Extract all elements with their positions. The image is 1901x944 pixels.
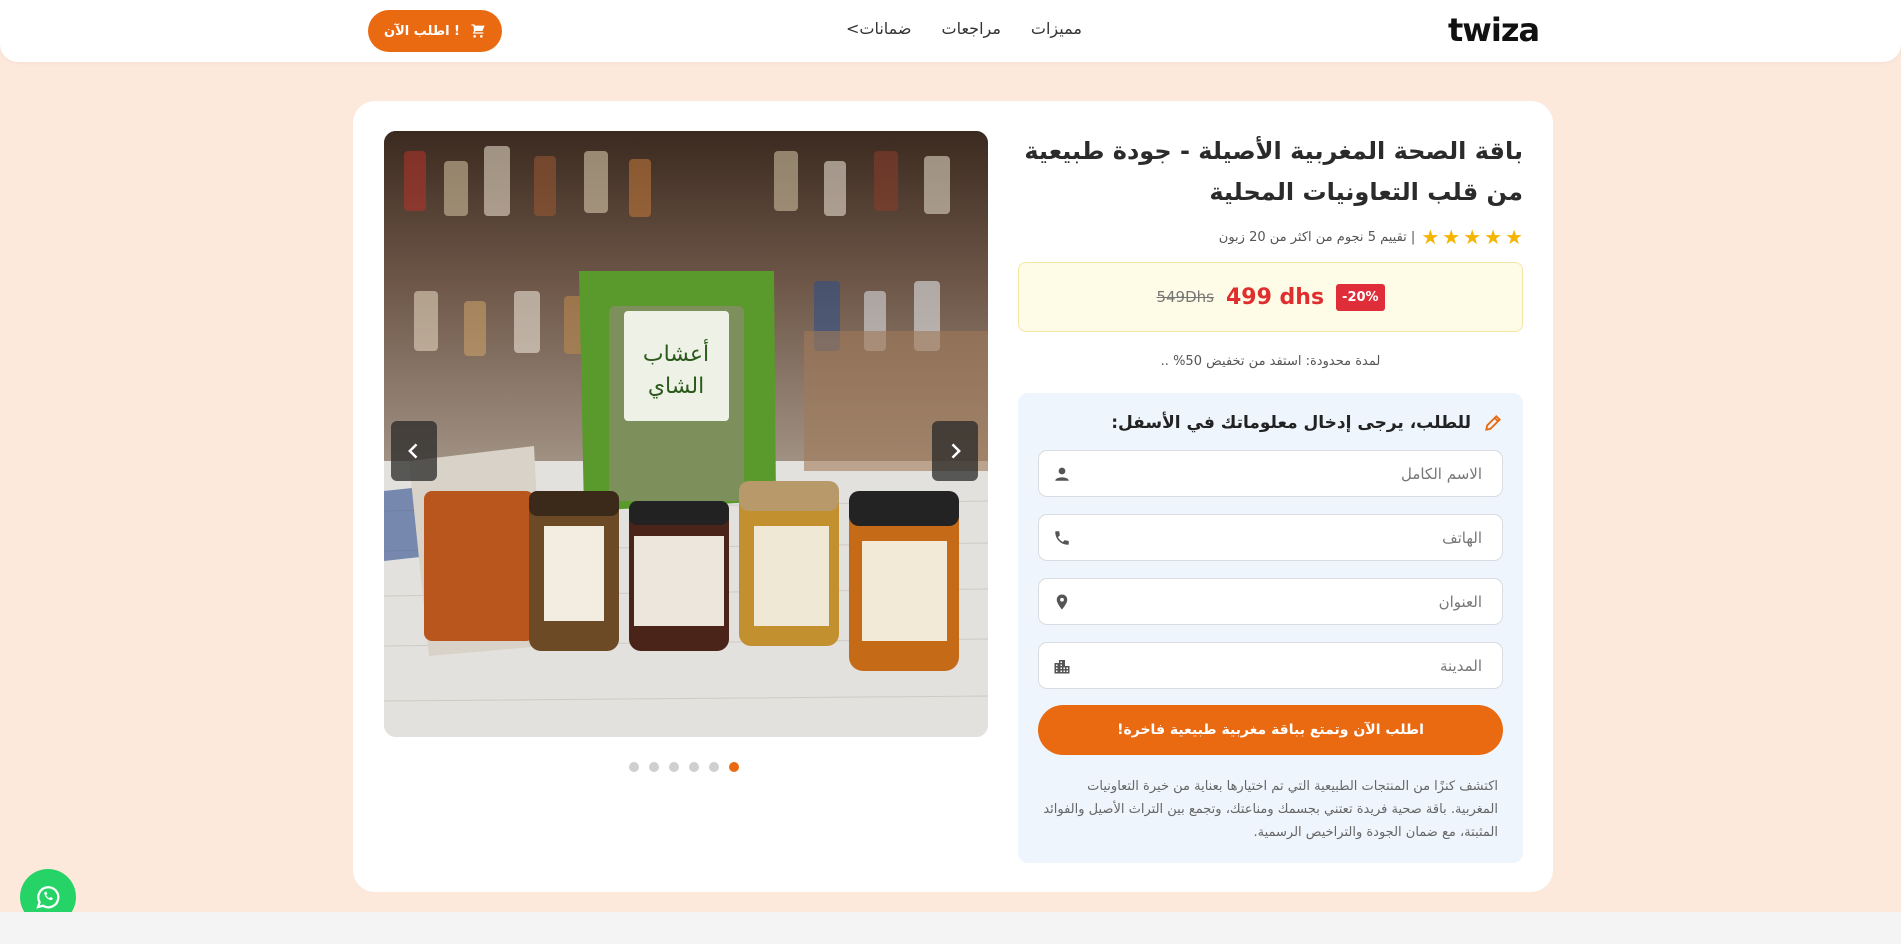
phone-field[interactable] xyxy=(1038,514,1503,561)
star-icon: ★ xyxy=(1505,225,1523,249)
star-rating: ★ ★ ★ ★ ★ xyxy=(1421,225,1523,249)
form-title-text: للطلب، يرجى إدخال معلوماتك في الأسفل: xyxy=(1111,413,1471,433)
discount-badge: -20% xyxy=(1336,283,1385,311)
city-icon xyxy=(1054,659,1070,673)
order-form: للطلب، يرجى إدخال معلوماتك في الأسفل: اط… xyxy=(1018,393,1523,863)
limited-offer-text: لمدة محدودة: استفد من تخفيض 50% .. xyxy=(1160,354,1381,369)
chevron-left-icon xyxy=(408,443,418,459)
carousel-dot[interactable] xyxy=(629,762,639,772)
product-description: اكتشف كنزًا من المنتجات الطبيعية التي تم… xyxy=(1043,779,1498,840)
logo[interactable]: twiza xyxy=(1448,11,1540,49)
product-photo: أعشاب الشاي xyxy=(384,131,988,737)
new-price: 499 dhs xyxy=(1225,284,1325,310)
city-input[interactable] xyxy=(1102,656,1482,675)
carousel-dot[interactable] xyxy=(729,762,739,772)
pencil-icon xyxy=(1485,415,1501,431)
order-now-button[interactable]: اطلب الآن ! xyxy=(368,10,502,52)
nav-guarantees[interactable]: ضمانات> xyxy=(846,19,912,38)
phone-icon xyxy=(1055,530,1069,545)
carousel-next-button[interactable] xyxy=(932,421,978,481)
star-icon: ★ xyxy=(1463,225,1482,249)
carousel-prev-button[interactable] xyxy=(391,421,437,481)
name-input[interactable] xyxy=(1102,464,1482,483)
map-pin-icon xyxy=(1056,594,1068,609)
product-info: باقة الصحة المغربية الأصيلة - جودة طبيعي… xyxy=(1018,131,1523,369)
order-now-label: اطلب الآن ! xyxy=(384,23,460,39)
name-field[interactable] xyxy=(1038,450,1503,497)
main-nav: مميزات مراجعات ضمانات> xyxy=(846,19,1082,38)
rating-text: | تقييم 5 نجوم من اكثر من 20 زبون xyxy=(1218,229,1416,245)
old-price: 549Dhs xyxy=(1156,288,1214,306)
product-title: باقة الصحة المغربية الأصيلة - جودة طبيعي… xyxy=(1024,137,1523,206)
star-icon: ★ xyxy=(1484,225,1503,249)
address-input[interactable] xyxy=(1102,592,1482,611)
price-box: 549Dhs 499 dhs -20% xyxy=(1018,262,1523,332)
carousel-dot[interactable] xyxy=(709,762,719,772)
svg-text:الشاي: الشاي xyxy=(648,374,704,399)
star-icon: ★ xyxy=(1421,225,1440,249)
user-icon xyxy=(1055,467,1069,481)
submit-order-button[interactable]: اطلب الآن وتمتع بباقة مغربية طبيعية فاخر… xyxy=(1038,705,1503,755)
carousel-dot[interactable] xyxy=(669,762,679,772)
product-image-carousel: أعشاب الشاي xyxy=(384,131,988,737)
page-footer-band xyxy=(0,912,1901,944)
phone-input[interactable] xyxy=(1102,528,1482,547)
nav-reviews[interactable]: مراجعات xyxy=(942,19,1001,38)
city-field[interactable] xyxy=(1038,642,1503,689)
cart-icon xyxy=(471,24,485,38)
carousel-dots xyxy=(629,762,739,772)
nav-features[interactable]: مميزات xyxy=(1031,19,1082,38)
site-header: اطلب الآن ! مميزات مراجعات ضمانات> twiza xyxy=(0,0,1901,62)
svg-text:أعشاب: أعشاب xyxy=(643,339,709,367)
form-title: للطلب، يرجى إدخال معلوماتك في الأسفل: xyxy=(1038,413,1503,433)
rating-row: ★ ★ ★ ★ ★ | تقييم 5 نجوم من اكثر من 20 ز… xyxy=(1018,225,1523,249)
star-icon: ★ xyxy=(1442,225,1461,249)
address-field[interactable] xyxy=(1038,578,1503,625)
chevron-right-icon xyxy=(951,443,961,459)
whatsapp-icon xyxy=(36,886,60,909)
carousel-dot[interactable] xyxy=(649,762,659,772)
carousel-dot[interactable] xyxy=(689,762,699,772)
